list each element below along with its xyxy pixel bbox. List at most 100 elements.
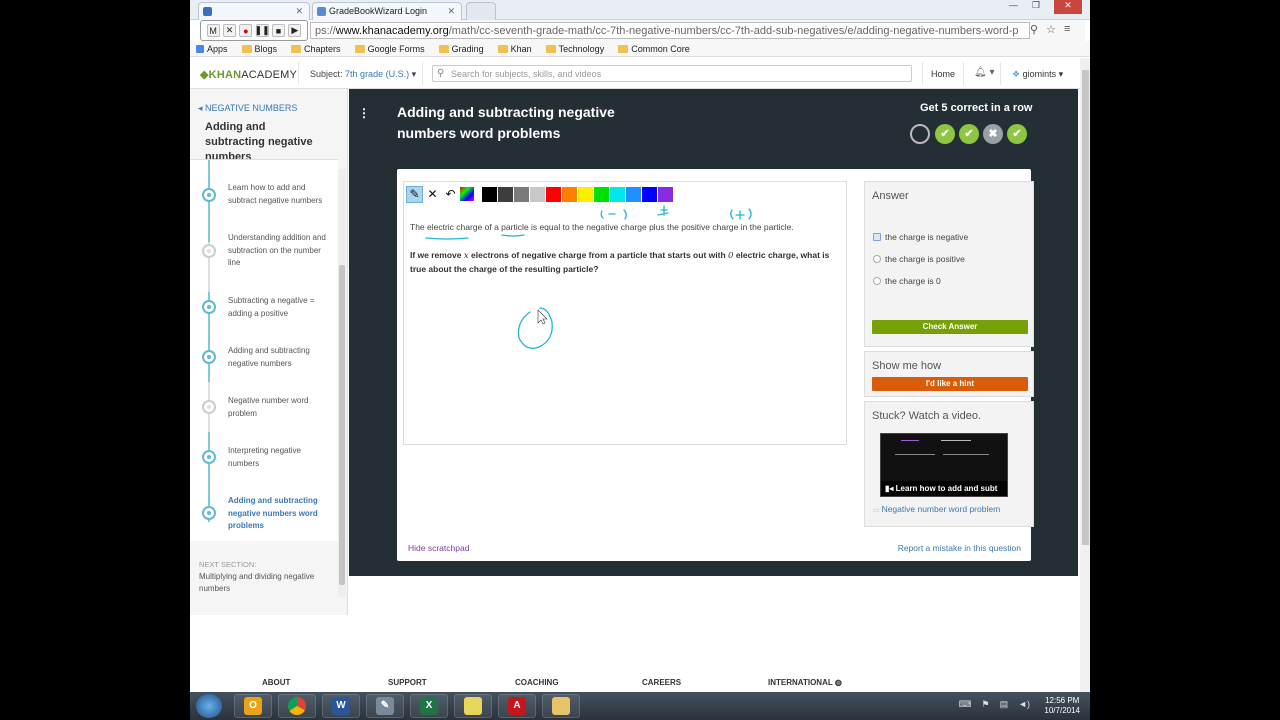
sidebar-item-active[interactable]: Adding and subtracting negative numbers … bbox=[228, 495, 330, 533]
taskbar-acrobat[interactable]: A bbox=[498, 694, 536, 718]
start-button[interactable] bbox=[196, 694, 222, 718]
page-scrollbar[interactable] bbox=[1080, 58, 1090, 692]
taskbar-outlook[interactable]: O bbox=[234, 694, 272, 718]
bookmark-technology[interactable]: Technology bbox=[546, 44, 605, 54]
clock[interactable]: 12:56 PM 10/7/2014 bbox=[1044, 696, 1080, 716]
browser-window: ✕ GradeBookWizard Login ✕ — ❐ ✕ M ✕ ● ❚❚… bbox=[190, 0, 1090, 692]
video-thumbnail[interactable]: ▮◂ Learn how to add and subt bbox=[880, 433, 1008, 497]
taskbar-word[interactable]: W bbox=[322, 694, 360, 718]
sidebar-item[interactable]: Subtracting a negative = adding a positi… bbox=[228, 295, 330, 320]
record-icon[interactable]: ● bbox=[239, 24, 253, 37]
next-section[interactable]: NEXT SECTION: Multiplying and dividing n… bbox=[199, 559, 334, 595]
sidebar-item[interactable]: Learn how to add and subtract negative n… bbox=[228, 182, 330, 207]
zoom-icon[interactable]: ⚲ bbox=[1030, 23, 1038, 36]
color-swatch-2[interactable] bbox=[514, 186, 529, 202]
sidebar-item[interactable]: Interpreting negative numbers bbox=[228, 445, 330, 470]
sidebar-item[interactable]: Adding and subtracting negative numbers bbox=[228, 345, 330, 370]
url-field[interactable]: ps://www.khanacademy.org/math/cc-seventh… bbox=[310, 22, 1030, 39]
chrome-icon bbox=[288, 697, 306, 715]
hint-button[interactable]: I'd like a hint bbox=[872, 377, 1028, 391]
show-me-panel: Show me how I'd like a hint bbox=[864, 351, 1034, 397]
footer-about[interactable]: ABOUT bbox=[262, 678, 290, 687]
color-swatch-10[interactable] bbox=[642, 186, 657, 202]
radio-icon[interactable] bbox=[873, 277, 881, 285]
minimize-icon[interactable]: — bbox=[1009, 0, 1018, 14]
bookmark-chapters[interactable]: Chapters bbox=[291, 44, 341, 54]
search-input[interactable]: ⚲ Search for subjects, skills, and videos bbox=[432, 65, 912, 82]
scrollbar-thumb[interactable] bbox=[339, 265, 345, 585]
color-swatch-6[interactable] bbox=[578, 186, 593, 202]
recorder-m-button[interactable]: M bbox=[206, 24, 220, 37]
tab-khan[interactable]: ✕ bbox=[198, 2, 310, 20]
flag-icon[interactable]: ⚑ bbox=[982, 699, 990, 710]
stop-icon[interactable]: ■ bbox=[271, 24, 285, 37]
sidebar-scrollbar[interactable] bbox=[338, 169, 346, 597]
taskbar-explorer[interactable] bbox=[542, 694, 580, 718]
color-swatch-4[interactable] bbox=[546, 186, 561, 202]
bookmark-khan[interactable]: Khan bbox=[498, 44, 532, 54]
answer-option-zero[interactable]: the charge is 0 bbox=[873, 276, 941, 286]
bookmark-star-icon[interactable]: ☆ bbox=[1046, 23, 1056, 36]
radio-icon[interactable] bbox=[873, 255, 881, 263]
taskbar-notes[interactable] bbox=[454, 694, 492, 718]
undo-icon[interactable]: ↶ bbox=[442, 186, 459, 203]
sidebar-item[interactable]: Understanding addition and subtraction o… bbox=[228, 232, 330, 270]
new-tab-button[interactable] bbox=[466, 2, 496, 20]
footer-support[interactable]: SUPPORT bbox=[388, 678, 427, 687]
answer-option-negative[interactable]: the charge is negative bbox=[873, 232, 968, 242]
menu-icon[interactable]: ≡ bbox=[1064, 23, 1070, 36]
play-icon[interactable]: ▶ bbox=[288, 24, 302, 37]
user-menu[interactable]: ❖ giomints ▾ bbox=[1012, 69, 1063, 80]
clear-icon[interactable]: ✕ bbox=[424, 186, 441, 203]
volume-icon[interactable]: ◄) bbox=[1018, 699, 1030, 710]
radio-icon[interactable] bbox=[873, 233, 881, 241]
taskbar-chrome[interactable] bbox=[278, 694, 316, 718]
subject-dropdown[interactable]: Subject: 7th grade (U.S.) ▾ bbox=[310, 69, 416, 80]
back-to-topic-link[interactable]: ◂ NEGATIVE NUMBERS bbox=[198, 103, 297, 114]
close-icon[interactable]: ✕ bbox=[447, 6, 455, 17]
bookmark-common-core[interactable]: Common Core bbox=[618, 44, 690, 54]
check-answer-button[interactable]: Check Answer bbox=[872, 320, 1028, 334]
window-close-icon[interactable]: ✕ bbox=[1054, 0, 1082, 14]
notification-bell-icon[interactable]: 🔔︎ ▾ bbox=[974, 67, 995, 78]
color-swatch-7[interactable] bbox=[594, 186, 609, 202]
scrollbar-thumb[interactable] bbox=[1082, 70, 1089, 545]
close-icon[interactable]: ✕ bbox=[295, 6, 303, 17]
divider bbox=[298, 62, 299, 85]
more-options-icon[interactable]: ⋮ bbox=[358, 106, 370, 120]
recorder-close-icon[interactable]: ✕ bbox=[222, 24, 236, 37]
bookmark-grading[interactable]: Grading bbox=[439, 44, 484, 54]
taskbar-excel[interactable]: X bbox=[410, 694, 448, 718]
color-swatch-0[interactable] bbox=[482, 186, 497, 202]
pencil-icon[interactable]: ✎ bbox=[406, 185, 423, 203]
pause-icon[interactable]: ❚❚ bbox=[255, 24, 270, 37]
problem-area[interactable]: ✎ ✕ ↶ The electric charge of a particle … bbox=[403, 181, 847, 445]
color-picker-icon[interactable] bbox=[460, 187, 474, 201]
bookmark-apps[interactable]: Apps bbox=[196, 44, 228, 54]
khan-academy-logo[interactable]: ◆KHANACADEMY bbox=[200, 68, 297, 81]
color-swatch-5[interactable] bbox=[562, 186, 577, 202]
bookmark-google-forms[interactable]: Google Forms bbox=[355, 44, 425, 54]
answer-option-positive[interactable]: the charge is positive bbox=[873, 254, 965, 264]
tab-gradebook[interactable]: GradeBookWizard Login ✕ bbox=[312, 2, 462, 20]
color-swatch-9[interactable] bbox=[626, 186, 641, 202]
report-mistake-link[interactable]: Report a mistake in this question bbox=[898, 543, 1021, 553]
window-controls: — ❐ ✕ bbox=[1000, 0, 1090, 14]
color-swatch-1[interactable] bbox=[498, 186, 513, 202]
network-icon[interactable]: ▤ bbox=[1000, 699, 1009, 710]
home-link[interactable]: Home bbox=[931, 69, 955, 79]
color-swatch-3[interactable] bbox=[530, 186, 545, 202]
color-swatch-11[interactable] bbox=[658, 186, 673, 202]
keyboard-icon[interactable]: ⌨ bbox=[959, 699, 972, 710]
maximize-icon[interactable]: ❐ bbox=[1032, 0, 1040, 14]
sidebar-item[interactable]: Negative number word problem bbox=[228, 395, 330, 420]
footer-coaching[interactable]: COACHING bbox=[515, 678, 559, 687]
footer-international[interactable]: INTERNATIONAL ◍ bbox=[768, 678, 842, 687]
leaf-icon: ◆ bbox=[200, 69, 209, 81]
footer-careers[interactable]: CAREERS bbox=[642, 678, 681, 687]
bookmark-blogs[interactable]: Blogs bbox=[242, 44, 278, 54]
video-link[interactable]: Negative number word problem bbox=[873, 504, 1001, 514]
color-swatch-8[interactable] bbox=[610, 186, 625, 202]
taskbar-app[interactable]: ✎ bbox=[366, 694, 404, 718]
hide-scratchpad-link[interactable]: Hide scratchpad bbox=[408, 543, 469, 553]
